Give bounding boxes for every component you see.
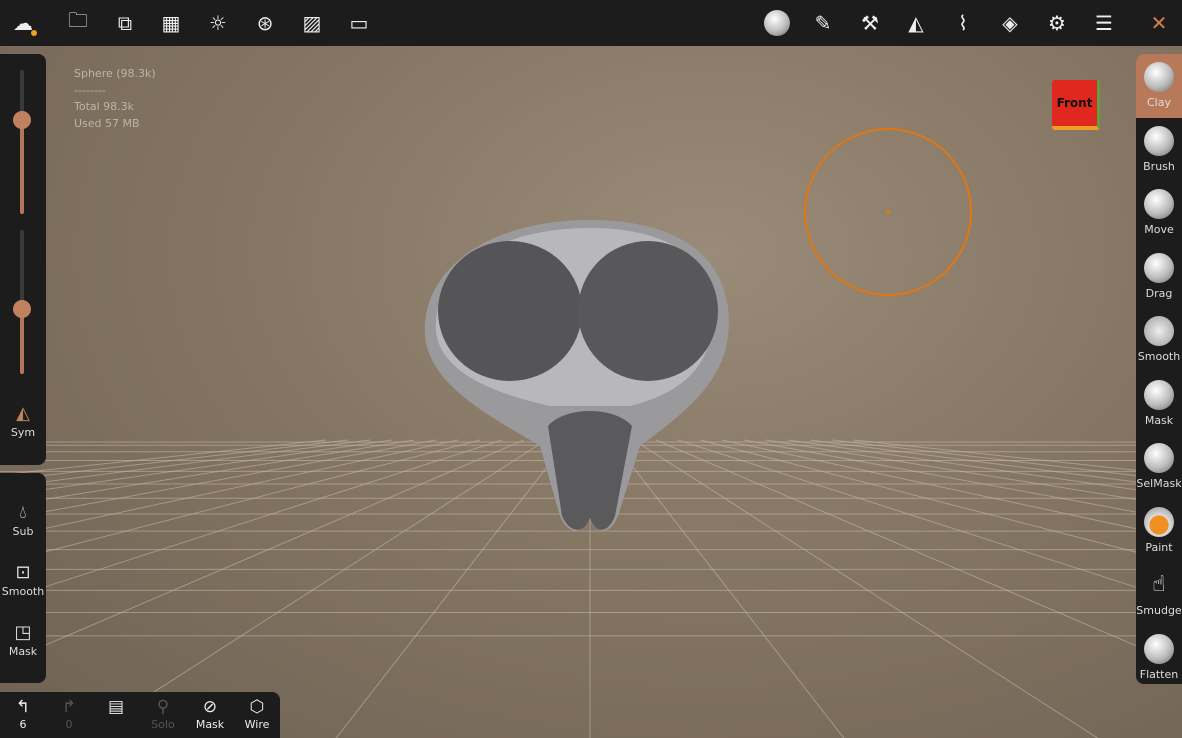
grid-line xyxy=(721,439,1182,540)
undo-button[interactable]: ↰ 6 xyxy=(3,696,43,731)
brush-icon[interactable]: ✎ xyxy=(808,8,838,38)
brush-modifiers-panel: 💧︎ Sub ⊡ Smooth ◳ Mask xyxy=(0,473,46,683)
selmask-icon xyxy=(1144,443,1174,473)
material-sphere-icon[interactable] xyxy=(762,8,792,38)
paint-icon xyxy=(1144,506,1174,537)
grid-line xyxy=(853,439,1182,476)
mask-visibility-button[interactable]: ⊘ Mask xyxy=(190,696,230,731)
grid-icon[interactable]: ▦ xyxy=(156,8,186,38)
tool-selmask[interactable]: SelMask xyxy=(1136,435,1182,499)
mask-box-icon: ◳ xyxy=(14,622,32,643)
symmetry-icon: ◭ xyxy=(16,403,30,424)
mesh-stack-icon: ▤ xyxy=(107,697,125,717)
grid-line xyxy=(743,439,1182,521)
intensity-slider[interactable] xyxy=(13,230,31,374)
tool-smudge[interactable]: ☝ Smudge xyxy=(1136,562,1182,626)
video-icon[interactable]: ▭ xyxy=(344,8,374,38)
redo-button[interactable]: ↱ 0 xyxy=(49,696,89,731)
move-icon xyxy=(1144,189,1174,219)
solo-button[interactable]: ⚲ Solo xyxy=(143,696,183,731)
wireframe-icon: ⬡ xyxy=(249,697,265,717)
bottom-toolbar: ↰ 6 ↱ 0 ▤ ⚲ Solo ⊘ Mask ⬡ Wire xyxy=(0,692,280,738)
mask-icon xyxy=(1144,379,1174,410)
image-icon[interactable]: ▨ xyxy=(297,8,327,38)
layers-icon[interactable]: ◈ xyxy=(995,8,1025,38)
camera-aperture-icon[interactable]: ⊛ xyxy=(250,8,280,38)
topology-icon[interactable]: ⌇ xyxy=(948,8,978,38)
symmetry-button[interactable]: ◭ Sym xyxy=(0,402,46,439)
stats-separator: -------- xyxy=(74,83,106,97)
drag-icon xyxy=(1144,252,1174,283)
tool-move[interactable]: Move xyxy=(1136,181,1182,245)
tool-smooth[interactable]: Smooth xyxy=(1136,308,1182,372)
tool-flatten[interactable]: Flatten xyxy=(1136,626,1182,685)
tool-palette: Clay Brush Move Drag Smooth Mask SelMask… xyxy=(1136,54,1182,684)
tool-paint[interactable]: Paint xyxy=(1136,499,1182,563)
grid-line xyxy=(699,439,1182,565)
radius-slider[interactable] xyxy=(13,70,31,214)
eye-off-icon: ⊘ xyxy=(202,697,218,717)
smudge-icon: ☝ xyxy=(1152,572,1166,597)
symmetry-icon[interactable]: ◭ xyxy=(901,8,931,38)
grid-line xyxy=(335,439,569,738)
drop-icon: 💧︎ xyxy=(19,502,27,523)
redo-icon: ↱ xyxy=(61,697,77,717)
smooth-box-icon: ⊡ xyxy=(15,562,31,583)
total-count: Total 98.3k xyxy=(74,100,135,113)
3d-viewport[interactable] xyxy=(0,46,1182,738)
smooth-icon xyxy=(1144,316,1174,346)
notification-dot xyxy=(31,30,37,36)
mask-button[interactable]: ◳ Mask xyxy=(0,621,46,658)
tools-icon[interactable]: ✕ xyxy=(1144,8,1174,38)
scene-tree-icon[interactable]: ⧉ xyxy=(110,8,140,38)
clay-icon xyxy=(1144,62,1174,92)
hammer-icon[interactable]: ⚒ xyxy=(855,8,885,38)
mesh-stats: Sphere (98.3k) -------- Total 98.3k Used… xyxy=(74,66,156,132)
tool-mask[interactable]: Mask xyxy=(1136,372,1182,436)
folder-icon[interactable]: 🗀 xyxy=(63,8,93,38)
sub-button[interactable]: 💧︎ Sub xyxy=(0,501,46,538)
brush-settings-panel: ◭ Sym xyxy=(0,54,46,465)
light-icon[interactable]: ☼ xyxy=(203,8,233,38)
flatten-icon xyxy=(1144,633,1174,664)
view-cube-front[interactable]: Front xyxy=(1052,80,1100,130)
wireframe-button[interactable]: ⬡ Wire xyxy=(237,696,277,731)
sliders-icon[interactable]: ☰ xyxy=(1089,8,1119,38)
top-toolbar: ☁ 🗀 ⧉ ▦ ☼ ⊛ ▨ ▭ ✎ ⚒ ◭ ⌇ ◈ ⚙ ☰ ✕ xyxy=(0,0,1182,46)
tool-brush[interactable]: Brush xyxy=(1136,118,1182,182)
tool-drag[interactable]: Drag xyxy=(1136,245,1182,309)
settings-icon[interactable]: ⚙ xyxy=(1042,8,1072,38)
grid-line xyxy=(765,439,1182,508)
search-icon: ⚲ xyxy=(156,697,170,717)
scene xyxy=(0,128,1182,738)
brush-tool-icon xyxy=(1144,125,1174,156)
memory-used: Used 57 MB xyxy=(74,116,140,130)
undo-icon: ↰ xyxy=(15,697,31,717)
mesh-name: Sphere (98.3k) xyxy=(74,67,156,80)
grid-line xyxy=(611,439,845,738)
smooth-button[interactable]: ⊡ Smooth xyxy=(0,561,46,598)
mesh-menu-button[interactable]: ▤ xyxy=(96,696,136,718)
grid-line xyxy=(831,439,1182,482)
tool-clay[interactable]: Clay xyxy=(1136,54,1182,118)
